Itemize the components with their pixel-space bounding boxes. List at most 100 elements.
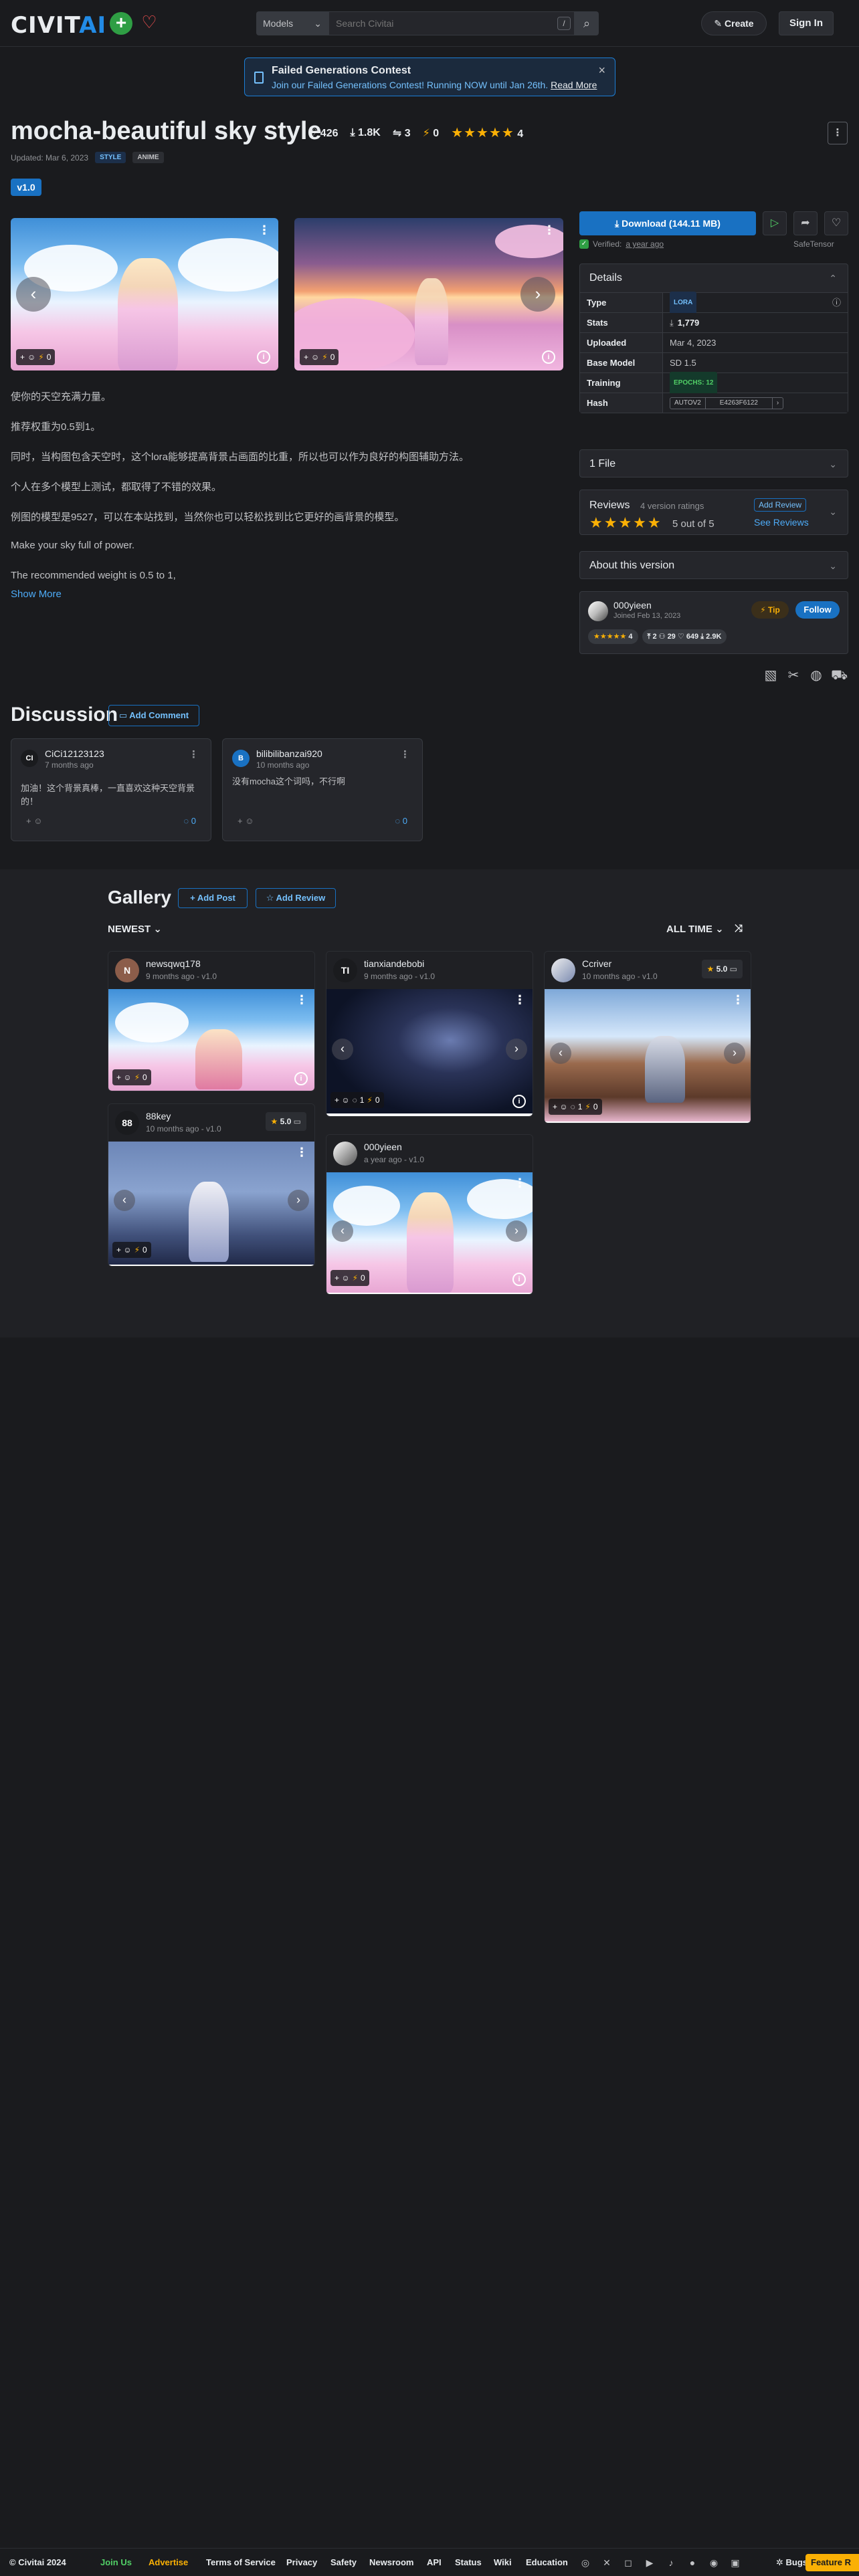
image-menu-icon[interactable]: ⋮ xyxy=(296,993,308,1007)
card-avatar[interactable]: N xyxy=(115,958,139,982)
share-button[interactable]: ➦ xyxy=(793,211,818,235)
footer-privacy[interactable]: Privacy xyxy=(286,2557,317,2567)
create-plus-button[interactable]: + xyxy=(110,12,132,35)
image-menu-icon[interactable]: ⋮ xyxy=(296,1146,308,1160)
footer-join-us[interactable]: Join Us xyxy=(100,2557,132,2567)
next-image-button[interactable]: › xyxy=(506,1220,527,1242)
scissors-icon[interactable]: ✂ xyxy=(785,667,801,683)
add-review-button[interactable]: ☆ Add Review xyxy=(256,888,336,908)
card-rating[interactable]: ★ 5.0 ▭ xyxy=(265,1112,306,1131)
footer-api[interactable]: API xyxy=(427,2557,442,2567)
tip-button[interactable]: ⚡ Tip xyxy=(751,601,789,619)
footer-advertise[interactable]: Advertise xyxy=(149,2557,188,2567)
add-comment-button[interactable]: ▭ Add Comment xyxy=(108,705,199,726)
about-version-panel[interactable]: About this version ⌄ xyxy=(579,551,848,579)
image-reactions[interactable]: + ☺ ⚡ 0 xyxy=(16,349,56,365)
add-post-button[interactable]: + Add Post xyxy=(178,888,248,908)
reddit-icon[interactable]: ● xyxy=(686,2557,698,2569)
comment-menu-icon[interactable]: ⋮ xyxy=(400,748,410,760)
info-icon[interactable]: ⓘ xyxy=(832,293,841,313)
rating-stat[interactable]: ★★★★★ 4 xyxy=(451,124,523,141)
prev-image-button[interactable]: ‹ xyxy=(16,277,51,312)
cart-icon[interactable]: ⛟ xyxy=(831,667,848,683)
tiktok-icon[interactable]: ♪ xyxy=(665,2557,677,2569)
reply-count[interactable]: ◌ 0 xyxy=(395,816,407,826)
details-header[interactable]: Details ⌃ xyxy=(580,264,848,292)
footer-safety[interactable]: Safety xyxy=(330,2557,357,2567)
sign-in-button[interactable]: Sign In xyxy=(779,11,834,35)
download-button[interactable]: ⤓ Download (144.11 MB) xyxy=(579,211,756,235)
prev-image-button[interactable]: ‹ xyxy=(332,1220,353,1242)
footer-bugs[interactable]: ✲ Bugs xyxy=(776,2557,807,2568)
reply-count[interactable]: ◌ 0 xyxy=(183,816,196,826)
footer-status[interactable]: Status xyxy=(455,2557,482,2567)
image-reactions[interactable]: + ☺ ⚡ 0 xyxy=(330,1270,369,1286)
tag-anime[interactable]: ANIME xyxy=(132,152,164,163)
feature-request-button[interactable]: Feature R xyxy=(805,2554,859,2571)
add-review-button[interactable]: Add Review xyxy=(754,498,807,512)
image-menu-icon[interactable]: ⋮ xyxy=(543,223,555,237)
image-icon[interactable]: ▧ xyxy=(763,667,779,683)
image-menu-icon[interactable]: ⋮ xyxy=(258,223,270,237)
favorite-button[interactable]: ♡ xyxy=(824,211,848,235)
image-reactions[interactable]: + ☺ ⚡ 0 xyxy=(112,1242,151,1258)
heart-icon[interactable]: ♡ xyxy=(139,12,159,32)
close-icon[interactable]: × xyxy=(598,64,605,78)
creator-avatar[interactable] xyxy=(588,601,608,621)
image-reactions[interactable]: + ☺ ◌ 1 ⚡ 0 xyxy=(549,1099,602,1115)
preview-image-2[interactable]: › ⋮ + ☺ ⚡ 0 i xyxy=(294,218,563,370)
gallery-card[interactable]: N newsqwq178 9 months ago - v1.0 ⋮ + ☺ ⚡… xyxy=(108,951,315,1091)
commenter-avatar[interactable]: B xyxy=(232,750,250,767)
period-select[interactable]: ALL TIME ⌄ xyxy=(666,923,724,935)
card-rating[interactable]: ★ 5.0 ▭ xyxy=(701,960,743,978)
creator-name[interactable]: 000yieen xyxy=(613,600,652,611)
next-image-button[interactable]: › xyxy=(724,1043,745,1064)
add-reaction-button[interactable]: + ☺ xyxy=(237,816,254,826)
sort-select[interactable]: NEWEST ⌄ xyxy=(108,923,162,935)
create-button[interactable]: ✎ Create xyxy=(701,11,767,35)
image-reactions[interactable]: + ☺ ⚡ 0 xyxy=(112,1069,151,1085)
info-icon[interactable]: i xyxy=(512,1095,526,1108)
github-icon[interactable]: ◉ xyxy=(708,2557,720,2569)
prev-image-button[interactable]: ‹ xyxy=(332,1039,353,1060)
card-avatar[interactable]: 88 xyxy=(115,1111,139,1135)
youtube-icon[interactable]: ▶ xyxy=(644,2557,656,2569)
gallery-card[interactable]: 88 88key 10 months ago - v1.0 ★ 5.0 ▭ ‹ … xyxy=(108,1103,315,1267)
card-image[interactable]: ‹ › ⋮ + ☺ ◌ 1 ⚡ 0 i xyxy=(326,989,533,1116)
commenter-avatar[interactable]: CI xyxy=(21,750,38,767)
card-avatar[interactable] xyxy=(333,1142,357,1166)
show-more-link[interactable]: Show More xyxy=(11,588,62,600)
card-avatar[interactable] xyxy=(551,958,575,982)
instagram-icon[interactable]: ◻ xyxy=(622,2557,634,2569)
info-icon[interactable]: i xyxy=(257,350,270,364)
see-reviews-link[interactable]: See Reviews xyxy=(754,517,809,528)
footer-terms[interactable]: Terms of Service xyxy=(206,2557,276,2567)
footer-newsroom[interactable]: Newsroom xyxy=(369,2557,413,2567)
image-menu-icon[interactable]: ⋮ xyxy=(732,993,744,1007)
copy-icon[interactable]: › xyxy=(771,397,783,409)
files-panel[interactable]: 1 File ⌄ xyxy=(579,449,848,477)
comment-menu-icon[interactable]: ⋮ xyxy=(189,748,199,760)
hash-box[interactable]: AUTOV2 E4263F6122 › xyxy=(670,397,784,409)
verified-time[interactable]: a year ago xyxy=(626,239,664,249)
next-image-button[interactable]: › xyxy=(288,1190,309,1211)
prev-image-button[interactable]: ‹ xyxy=(114,1190,135,1211)
globe-icon[interactable]: ◍ xyxy=(808,667,824,683)
gallery-card[interactable]: 000yieen a year ago - v1.0 ‹ › ⋮ + ☺ ⚡ 0 … xyxy=(326,1134,533,1295)
search-input[interactable] xyxy=(328,11,575,35)
next-image-button[interactable]: › xyxy=(506,1039,527,1060)
info-icon[interactable]: i xyxy=(542,350,555,364)
footer-wiki[interactable]: Wiki xyxy=(494,2557,512,2567)
footer-education[interactable]: Education xyxy=(526,2557,568,2567)
prev-image-button[interactable]: ‹ xyxy=(550,1043,571,1064)
image-menu-icon[interactable]: ⋮ xyxy=(514,993,526,1007)
run-button[interactable]: ▷ xyxy=(763,211,787,235)
info-icon[interactable]: i xyxy=(294,1072,308,1085)
search-scope-select[interactable]: Models ⌄ xyxy=(256,11,328,35)
chevron-down-icon[interactable]: ⌄ xyxy=(829,506,837,518)
card-avatar[interactable]: TI xyxy=(333,958,357,982)
info-icon[interactable]: i xyxy=(512,1273,526,1286)
like-stat[interactable]: ♡ 426 xyxy=(308,126,339,140)
tag-style[interactable]: STYLE xyxy=(95,152,126,163)
preview-image-1[interactable]: ‹ ⋮ + ☺ ⚡ 0 i xyxy=(11,218,278,370)
